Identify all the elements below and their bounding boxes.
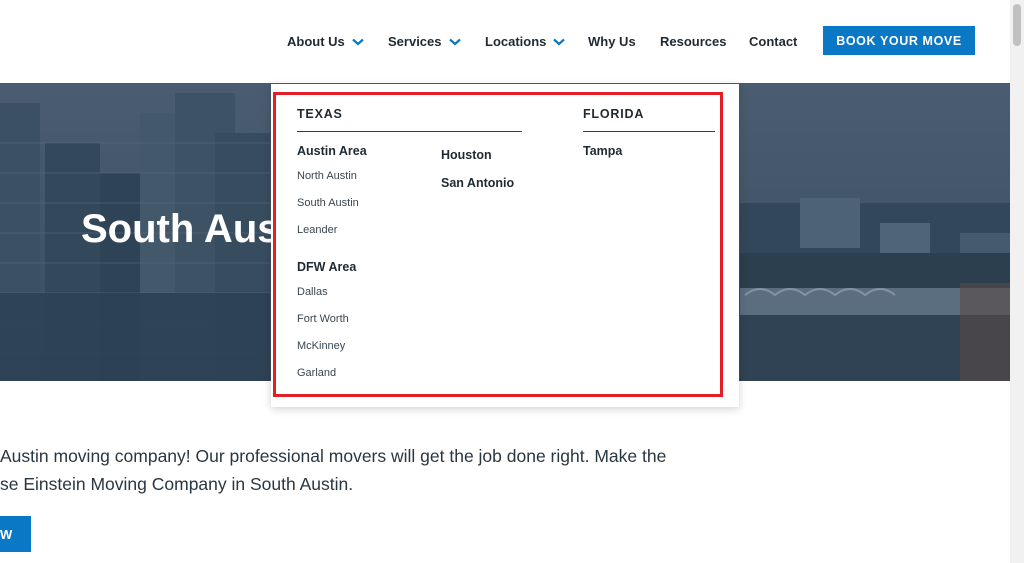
- city-link-leander[interactable]: Leander: [297, 224, 337, 236]
- nav-locations-label: Locations: [485, 34, 547, 49]
- region-title-texas: TEXAS: [297, 107, 343, 121]
- nav-services-label: Services: [388, 34, 442, 49]
- nav-about-us[interactable]: About Us: [287, 34, 364, 49]
- city-link-north-austin[interactable]: North Austin: [297, 170, 357, 182]
- area-link-tampa[interactable]: Tampa: [583, 144, 622, 158]
- nav-about-us-label: About Us: [287, 34, 345, 49]
- book-your-move-button[interactable]: BOOK YOUR MOVE: [823, 26, 975, 55]
- chevron-down-icon: [448, 38, 461, 46]
- intro-paragraph: Austin moving company! Our professional …: [0, 442, 720, 498]
- site-header: About Us Services Locations Why Us Resou…: [0, 0, 1010, 83]
- chevron-down-icon: [553, 38, 566, 46]
- area-link-houston[interactable]: Houston: [441, 148, 492, 162]
- nav-contact[interactable]: Contact: [749, 34, 797, 49]
- cta-button[interactable]: W: [0, 516, 31, 552]
- intro-line-1: Austin moving company! Our professional …: [0, 446, 667, 466]
- nav-contact-label: Contact: [749, 34, 798, 49]
- region-divider-texas: [297, 131, 522, 132]
- scrollbar-thumb[interactable]: [1013, 4, 1021, 46]
- locations-dropdown-menu: TEXAS Austin Area North Austin South Aus…: [271, 84, 739, 407]
- city-link-fort-worth[interactable]: Fort Worth: [297, 313, 349, 325]
- chevron-down-icon: [352, 38, 364, 46]
- area-link-san-antonio[interactable]: San Antonio: [441, 176, 514, 190]
- page-scrollbar[interactable]: [1010, 0, 1024, 563]
- city-link-dallas[interactable]: Dallas: [297, 286, 328, 298]
- page: About Us Services Locations Why Us Resou…: [0, 0, 1024, 563]
- nav-why-us-label: Why Us: [588, 34, 636, 49]
- nav-services[interactable]: Services: [388, 34, 461, 49]
- city-link-south-austin[interactable]: South Austin: [297, 197, 359, 209]
- area-link-dfw-area[interactable]: DFW Area: [297, 260, 356, 274]
- nav-why-us[interactable]: Why Us: [588, 34, 636, 49]
- hero-title: South Aus: [81, 207, 280, 251]
- city-link-garland[interactable]: Garland: [297, 367, 336, 379]
- region-divider-florida: [583, 131, 715, 132]
- nav-resources-label: Resources: [660, 34, 727, 49]
- nav-resources[interactable]: Resources: [660, 34, 726, 49]
- city-link-mckinney[interactable]: McKinney: [297, 340, 345, 352]
- nav-locations[interactable]: Locations: [485, 34, 566, 49]
- intro-line-2: se Einstein Moving Company in South Aust…: [0, 474, 354, 494]
- area-link-austin-area[interactable]: Austin Area: [297, 144, 367, 158]
- region-title-florida: FLORIDA: [583, 107, 645, 121]
